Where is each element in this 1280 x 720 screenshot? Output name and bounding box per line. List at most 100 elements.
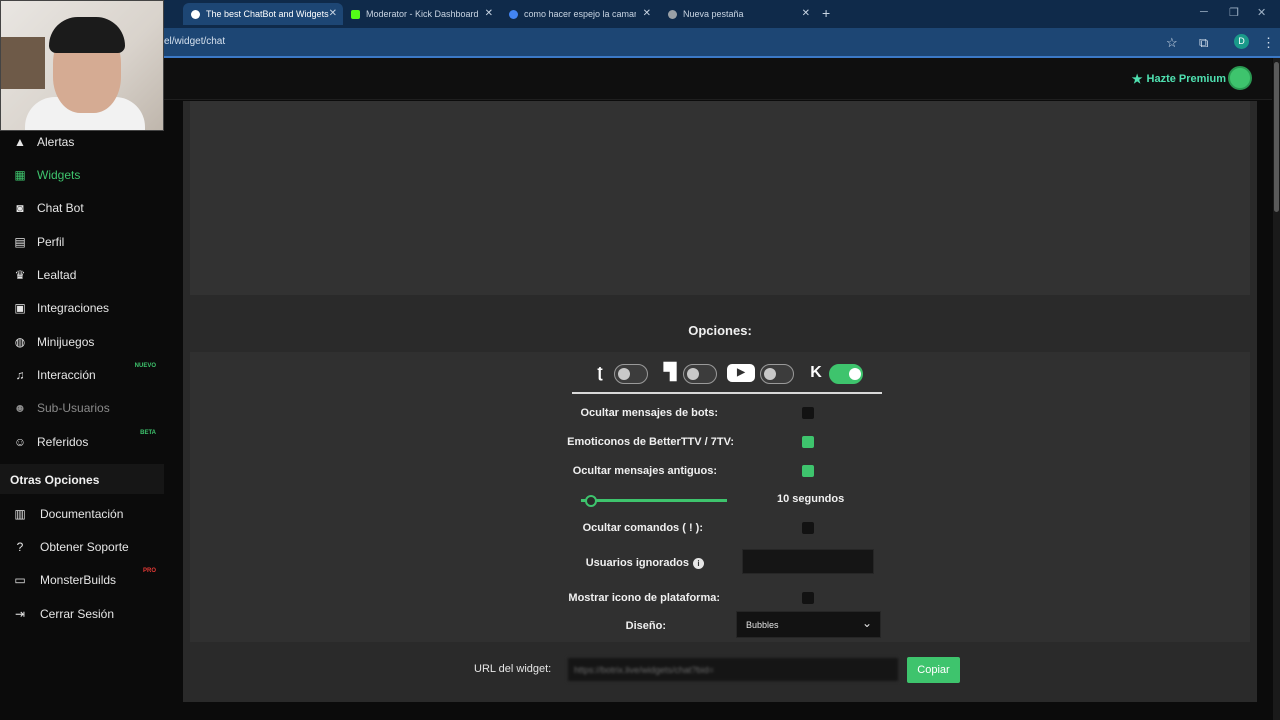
sidebar-item-label: MonsterBuilds <box>40 572 117 587</box>
other-options-heading: Otras Opciones <box>0 464 164 494</box>
sidebar-item-soporte[interactable]: ? Obtener Soporte <box>0 530 164 563</box>
streamer-headphones <box>49 17 125 53</box>
design-label: Diseño: <box>625 620 666 632</box>
browser-toolbar: el/widget/chat ☆ ⧉ D ⋮ <box>0 28 1280 56</box>
sidebar-item-label: Interacción <box>37 367 96 382</box>
sidebar-item-label: Cerrar Sesión <box>40 606 115 621</box>
toggle-knob <box>618 368 630 380</box>
kick-favicon-icon <box>351 9 360 19</box>
sidebar-item-label: Minijuegos <box>37 334 95 349</box>
star-icon: ★ <box>1131 72 1143 86</box>
robot-icon: ◙ <box>16 200 24 215</box>
bookmark-star-icon[interactable]: ☆ <box>1166 35 1178 51</box>
restore-icon[interactable]: ❐ <box>1229 6 1239 19</box>
sidebar-item-label: Widgets <box>37 167 81 182</box>
sidebar-item-label: Referidos <box>37 434 89 449</box>
info-icon[interactable]: i <box>693 557 704 569</box>
sidebar-item-label: Integraciones <box>37 300 110 315</box>
sidebar-item-cerrar-sesion[interactable]: ⇥ Cerrar Sesión <box>0 597 164 630</box>
plug-icon: ▣ <box>14 300 26 315</box>
close-tab-icon[interactable]: ✕ <box>329 8 337 19</box>
widget-url-field[interactable]: https://botrix.live/widgets/chat?bid= <box>567 657 899 682</box>
browser-menu-icon[interactable]: ⋮ <box>1262 35 1275 51</box>
timeout-slider-handle[interactable] <box>585 495 597 507</box>
sidebar-item-documentacion[interactable]: ▥ Documentación <box>0 497 164 530</box>
sidebar-item-perfil[interactable]: ▤ Perfil <box>0 225 164 258</box>
hide-commands-label: Ocultar comandos ( ! ): <box>582 522 703 534</box>
sidebar-item-integraciones[interactable]: ▣ Integraciones <box>0 291 164 324</box>
minimize-icon[interactable]: ─ <box>1200 6 1208 18</box>
design-select[interactable]: Bubbles ⌄ <box>736 611 881 638</box>
platform-underline <box>572 392 882 394</box>
laptop-icon: ▭ <box>14 572 26 587</box>
ignored-users-input[interactable] <box>742 549 874 574</box>
chat-preview-area <box>190 101 1250 295</box>
warning-icon: ▲ <box>14 134 26 149</box>
sidebar-item-monsterbuilds[interactable]: ▭ MonsterBuilds PRO <box>0 563 164 596</box>
pro-badge: PRO <box>142 568 156 574</box>
new-badge: NUEVO <box>134 363 156 369</box>
youtube-toggle[interactable] <box>760 364 794 384</box>
ignored-users-text: Usuarios ignorados <box>585 557 689 569</box>
browser-tab-new[interactable]: Nueva pestaña ✕ <box>660 3 816 25</box>
sidebar-item-lealtad[interactable]: ♛ Lealtad <box>0 258 164 291</box>
scrollbar-thumb[interactable] <box>1274 62 1279 212</box>
new-tab-button[interactable]: + <box>822 5 830 21</box>
sidebar-item-sub-usuarios[interactable]: ☻ Sub-Usuarios <box>0 391 164 424</box>
copy-button[interactable]: Copiar <box>907 657 960 683</box>
browser-tab-kick-dashboard[interactable]: Moderator - Kick Dashboard ✕ <box>343 3 499 25</box>
twitch-icon: ▜ <box>663 364 677 381</box>
timeout-value: 10 segundos <box>777 493 845 505</box>
trovo-icon: ʈ <box>597 364 603 381</box>
browser-tab-google-search[interactable]: como hacer espejo la camara e ✕ <box>501 3 657 25</box>
book-icon: ▥ <box>14 506 26 521</box>
timeout-slider-track[interactable] <box>581 499 727 502</box>
background-shelf <box>1 37 45 89</box>
hide-commands-checkbox[interactable] <box>802 522 814 534</box>
profile-avatar[interactable]: D <box>1234 34 1249 49</box>
sidebar-item-label: Sub-Usuarios <box>37 400 110 415</box>
hide-bots-checkbox[interactable] <box>802 407 814 419</box>
help-icon: ? <box>16 539 24 554</box>
screen: The best ChatBot and Widgets ✕ Moderator… <box>0 0 1280 720</box>
extensions-icon[interactable]: ⧉ <box>1199 35 1208 51</box>
close-tab-icon[interactable]: ✕ <box>802 8 810 19</box>
hide-old-label: Ocultar mensajes antiguos: <box>572 465 717 477</box>
trovo-toggle[interactable] <box>614 364 648 384</box>
premium-link[interactable]: ★ Hazte Premium <box>1132 72 1226 86</box>
sidebar-item-label: Lealtad <box>37 267 77 282</box>
twitch-toggle[interactable] <box>683 364 717 384</box>
kick-toggle[interactable] <box>829 364 863 384</box>
sidebar-item-label: Obtener Soporte <box>40 539 129 554</box>
trophy-icon: ♛ <box>14 267 26 282</box>
emotes-checkbox[interactable] <box>802 436 814 448</box>
ignored-users-label: Usuarios ignorados i <box>444 557 704 569</box>
user-avatar[interactable] <box>1228 66 1252 90</box>
gamepad-icon: ◍ <box>14 334 26 349</box>
tab-title: Nueva pestaña <box>683 9 744 19</box>
browser-tab-botrix[interactable]: The best ChatBot and Widgets ✕ <box>183 3 343 25</box>
app-header: ★ Hazte Premium <box>164 58 1272 100</box>
sidebar: ▲ Alertas ▦ Widgets ◙ Chat Bot ▤ Perfil … <box>0 131 164 720</box>
chevron-down-icon: ⌄ <box>861 616 872 630</box>
sidebar-item-widgets[interactable]: ▦ Widgets <box>0 158 164 191</box>
show-platform-icon-checkbox[interactable] <box>802 592 814 604</box>
options-heading: Opciones: <box>688 323 752 338</box>
close-window-icon[interactable]: ✕ <box>1257 6 1266 19</box>
sidebar-item-chat-bot[interactable]: ◙ Chat Bot <box>0 191 164 224</box>
address-bar-url[interactable]: el/widget/chat <box>164 36 225 47</box>
sidebar-item-minijuegos[interactable]: ◍ Minijuegos <box>0 325 164 358</box>
hide-old-checkbox[interactable] <box>802 465 814 477</box>
platform-toggles: ʈ ▜ ▶ K <box>572 360 882 390</box>
toggle-knob <box>849 368 861 380</box>
close-tab-icon[interactable]: ✕ <box>485 8 493 19</box>
sidebar-item-interaccion[interactable]: ♫ Interacción NUEVO <box>0 358 164 391</box>
sidebar-item-label: Documentación <box>40 506 124 521</box>
grid-icon: ▦ <box>14 167 26 182</box>
design-selected-value: Bubbles <box>746 620 779 630</box>
close-tab-icon[interactable]: ✕ <box>643 8 651 19</box>
referral-icon: ☺ <box>13 434 27 449</box>
youtube-icon: ▶ <box>727 362 755 384</box>
sidebar-item-referidos[interactable]: ☺ Referidos BETA <box>0 425 164 458</box>
id-card-icon: ▤ <box>14 234 26 249</box>
